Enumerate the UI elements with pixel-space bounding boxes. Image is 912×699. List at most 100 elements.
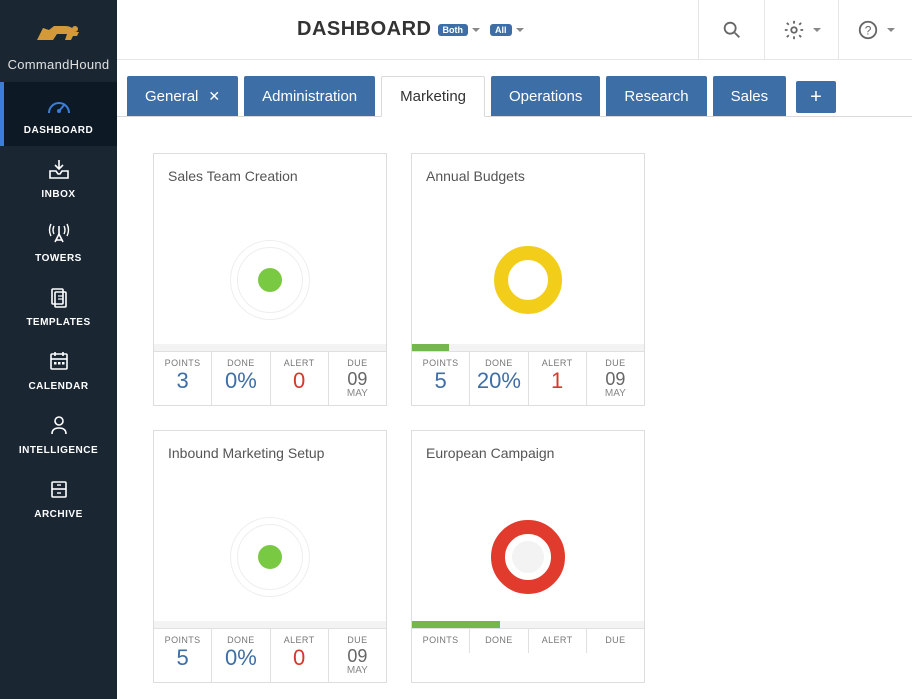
progress-bar xyxy=(154,344,386,351)
page-title-wrap: DASHBOARD Both All xyxy=(117,18,698,41)
gauge-area xyxy=(412,220,644,340)
sidebar-item-label: TOWERS xyxy=(0,253,117,264)
help-icon: ? xyxy=(857,19,879,41)
tower-icon xyxy=(46,222,72,244)
gauge-icon xyxy=(46,94,72,116)
card-title: Inbound Marketing Setup xyxy=(154,431,386,497)
sidebar-item-archive[interactable]: ARCHIVE xyxy=(0,466,117,530)
svg-text:?: ? xyxy=(864,23,871,37)
tab-administration[interactable]: Administration xyxy=(244,76,375,117)
card-european-campaign[interactable]: European Campaign POINTS D xyxy=(411,430,645,683)
main: DASHBOARD Both All ? Gen xyxy=(117,0,912,699)
sidebar-item-label: CALENDAR xyxy=(0,381,117,392)
chevron-down-icon xyxy=(813,28,821,32)
filter-all-chip[interactable]: All xyxy=(490,24,512,36)
stat-alert: ALERT 0 xyxy=(271,352,329,405)
stat-alert: ALERT 0 xyxy=(271,629,329,682)
topbar-actions: ? xyxy=(698,0,912,59)
inbox-icon xyxy=(46,158,72,180)
tab-label: Research xyxy=(624,88,688,105)
search-icon xyxy=(721,19,743,41)
card-sales-team-creation[interactable]: Sales Team Creation POINTS 3 DONE xyxy=(153,153,387,406)
sidebar-item-label: INBOX xyxy=(0,189,117,200)
stat-alert: ALERT xyxy=(529,629,587,653)
chevron-down-icon[interactable] xyxy=(516,28,524,32)
card-grid: Sales Team Creation POINTS 3 DONE xyxy=(153,153,888,683)
sidebar-item-calendar[interactable]: CALENDAR xyxy=(0,338,117,402)
progress-bar xyxy=(154,621,386,628)
templates-icon xyxy=(46,286,72,308)
stat-points: POINTS 3 xyxy=(154,352,212,405)
content: Sales Team Creation POINTS 3 DONE xyxy=(117,117,912,699)
help-button[interactable]: ? xyxy=(838,0,912,59)
tab-marketing[interactable]: Marketing xyxy=(381,76,485,117)
stat-due: DUE xyxy=(587,629,644,653)
sidebar-item-label: INTELLIGENCE xyxy=(0,445,117,456)
tab-general[interactable]: General ✕ xyxy=(127,76,238,117)
gauge-icon xyxy=(230,517,310,597)
settings-button[interactable] xyxy=(764,0,838,59)
gauge-icon xyxy=(488,517,568,597)
stats-row: POINTS DONE ALERT DUE xyxy=(412,628,644,653)
sidebar: CommandHound DASHBOARD INBOX TOWERS xyxy=(0,0,117,699)
tab-label: General xyxy=(145,88,198,105)
stats-row: POINTS 5 DONE 20% ALERT 1 DUE 09 MAY xyxy=(412,351,644,405)
sidebar-item-label: DASHBOARD xyxy=(0,125,117,136)
gauge-icon xyxy=(488,240,568,320)
gear-icon xyxy=(783,19,805,41)
filter-both-chip[interactable]: Both xyxy=(438,24,469,36)
gauge-icon xyxy=(230,240,310,320)
tab-research[interactable]: Research xyxy=(606,76,706,117)
progress-bar xyxy=(412,621,644,628)
tab-operations[interactable]: Operations xyxy=(491,76,600,117)
add-tab-button[interactable]: + xyxy=(796,81,836,113)
stats-row: POINTS 3 DONE 0% ALERT 0 DUE 09 MAY xyxy=(154,351,386,405)
tab-label: Marketing xyxy=(400,88,466,105)
archive-icon xyxy=(46,478,72,500)
stat-points: POINTS 5 xyxy=(412,352,470,405)
chevron-down-icon xyxy=(887,28,895,32)
sidebar-item-templates[interactable]: TEMPLATES xyxy=(0,274,117,338)
calendar-icon xyxy=(46,350,72,372)
tab-sales[interactable]: Sales xyxy=(713,76,787,117)
sidebar-item-intelligence[interactable]: INTELLIGENCE xyxy=(0,402,117,466)
card-inbound-marketing-setup[interactable]: Inbound Marketing Setup POINTS 5 DONE xyxy=(153,430,387,683)
brand-name: CommandHound xyxy=(0,57,117,72)
stat-done: DONE 0% xyxy=(212,629,270,682)
card-title: European Campaign xyxy=(412,431,644,497)
progress-bar xyxy=(412,344,644,351)
search-button[interactable] xyxy=(698,0,764,59)
topbar: DASHBOARD Both All ? xyxy=(117,0,912,60)
intelligence-icon xyxy=(46,414,72,436)
tabs: General ✕ Administration Marketing Opera… xyxy=(117,60,912,117)
brand-logo-icon xyxy=(29,14,89,48)
sidebar-item-label: TEMPLATES xyxy=(0,317,117,328)
tab-label: Sales xyxy=(731,88,769,105)
tab-label: Administration xyxy=(262,88,357,105)
card-title: Sales Team Creation xyxy=(154,154,386,220)
stat-done: DONE 0% xyxy=(212,352,270,405)
gauge-area xyxy=(154,497,386,617)
gauge-area xyxy=(154,220,386,340)
gauge-area xyxy=(412,497,644,617)
sidebar-item-inbox[interactable]: INBOX xyxy=(0,146,117,210)
stats-row: POINTS 5 DONE 0% ALERT 0 DUE 09 MAY xyxy=(154,628,386,682)
stat-done: DONE xyxy=(470,629,528,653)
stat-due: DUE 09 MAY xyxy=(329,629,386,682)
sidebar-item-dashboard[interactable]: DASHBOARD xyxy=(0,82,117,146)
tab-label: Operations xyxy=(509,88,582,105)
stat-due: DUE 09 MAY xyxy=(587,352,644,405)
chevron-down-icon[interactable] xyxy=(472,28,480,32)
sidebar-item-label: ARCHIVE xyxy=(0,509,117,520)
stat-done: DONE 20% xyxy=(470,352,528,405)
sidebar-item-towers[interactable]: TOWERS xyxy=(0,210,117,274)
card-annual-budgets[interactable]: Annual Budgets POINTS 5 DONE xyxy=(411,153,645,406)
page-title: DASHBOARD xyxy=(297,18,432,41)
stat-points: POINTS xyxy=(412,629,470,653)
brand: CommandHound xyxy=(0,0,117,82)
stat-alert: ALERT 1 xyxy=(529,352,587,405)
stat-due: DUE 09 MAY xyxy=(329,352,386,405)
card-title: Annual Budgets xyxy=(412,154,644,220)
stat-points: POINTS 5 xyxy=(154,629,212,682)
close-icon[interactable]: ✕ xyxy=(208,88,220,105)
